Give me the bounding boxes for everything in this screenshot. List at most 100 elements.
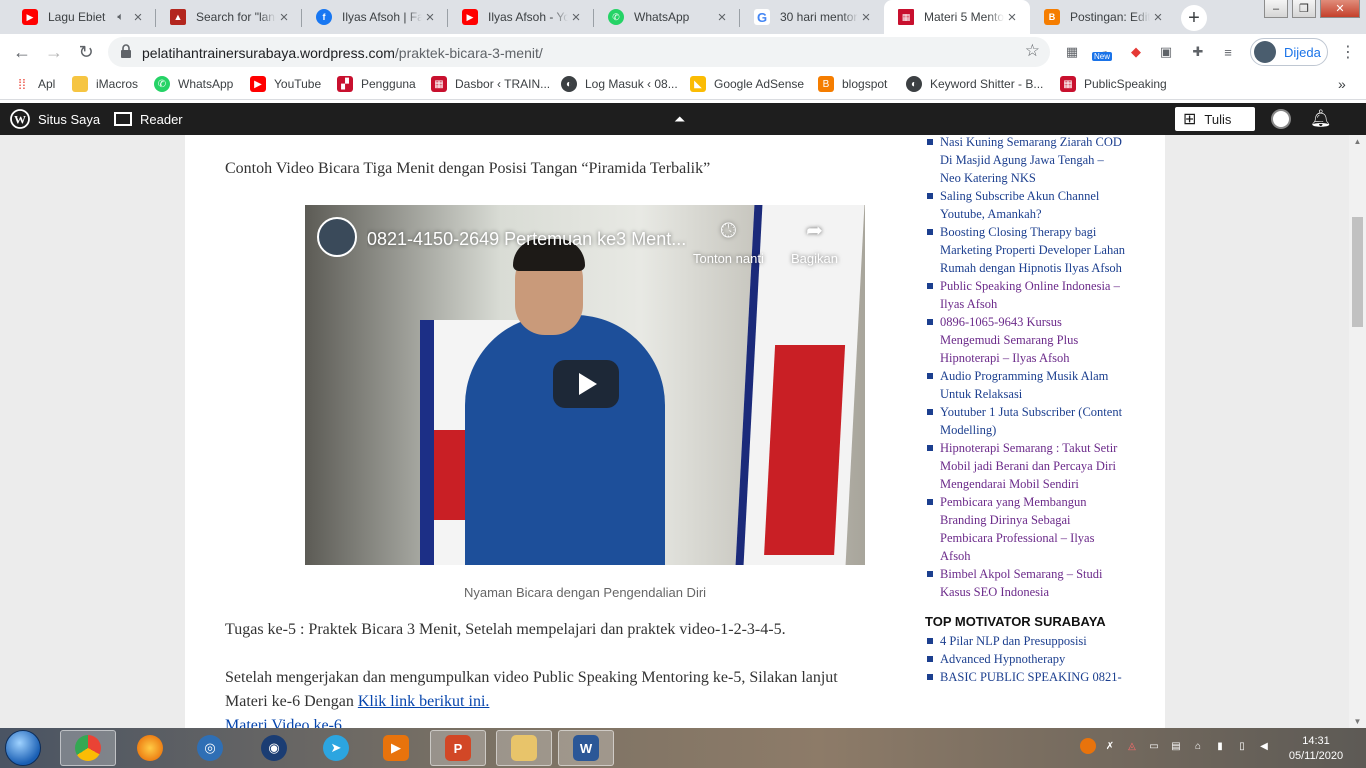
taskbar-powerpoint[interactable]: P — [430, 730, 486, 766]
recent-post-link[interactable]: Audio Programming Musik Alam Untuk Relak… — [940, 369, 1108, 401]
bookmarks-overflow-icon[interactable]: » — [1338, 76, 1346, 92]
bookmark-whatsapp[interactable]: ✆ WhatsApp — [154, 76, 233, 92]
collapse-bar-icon[interactable]: ⏶ — [674, 103, 685, 135]
recent-post-link[interactable]: 0896-1065-9643 Kursus Mengemudi Semarang… — [940, 315, 1078, 365]
play-button[interactable] — [553, 360, 619, 408]
browser-menu-icon[interactable]: ⋮ — [1338, 42, 1358, 62]
tab-whatsapp[interactable]: ✆ WhatsApp × — [594, 0, 740, 34]
tray-app-icon[interactable] — [1080, 738, 1096, 754]
folder-icon — [511, 735, 537, 761]
motivator-link[interactable]: Advanced Hypnotherapy — [940, 652, 1065, 666]
watch-later-button[interactable]: 🕓︎ Tonton nanti — [693, 219, 764, 271]
tab-blogger[interactable]: B Postingan: Edit × — [1030, 0, 1176, 34]
recent-post-link[interactable]: Hipnoterapi Semarang : Takut Setir Mobil… — [940, 441, 1117, 491]
close-tab-icon[interactable]: × — [714, 9, 730, 26]
tab-materi-5-active[interactable]: ▦ Materi 5 Mento × — [884, 0, 1030, 34]
maximize-button[interactable]: ❐ — [1292, 0, 1316, 18]
bookmark-pengguna[interactable]: ▞ Pengguna — [337, 76, 416, 92]
tab-youtube-ilyas[interactable]: ▶ Ilyas Afsoh - Yo × — [448, 0, 594, 34]
tab-lagu-ebiet[interactable]: ▶ Lagu Ebiet 🔈︎ × — [8, 0, 156, 34]
tab-search[interactable]: ▲ Search for "lang × — [156, 0, 302, 34]
close-tab-icon[interactable]: × — [276, 9, 292, 26]
my-sites-menu[interactable]: W Situs Saya — [10, 103, 100, 135]
bookmark-keyword-shitter[interactable]: ◐ Keyword Shitter - B... — [906, 76, 1043, 92]
minimize-button[interactable]: – — [1264, 0, 1288, 18]
close-tab-icon[interactable]: × — [568, 9, 584, 26]
close-tab-icon[interactable]: × — [1004, 9, 1020, 26]
bookmark-youtube[interactable]: ▶ YouTube — [250, 76, 321, 92]
back-button[interactable]: ← — [10, 40, 34, 64]
close-tab-icon[interactable]: × — [422, 9, 438, 26]
motivator-link[interactable]: BASIC PUBLIC SPEAKING 0821- — [940, 670, 1122, 684]
bookmark-dasbor[interactable]: ▦ Dasbor ‹ TRAIN... — [431, 76, 550, 92]
tray-mute-icon[interactable]: ✗ — [1102, 738, 1118, 754]
tray-window-icon[interactable]: ▭ — [1146, 738, 1162, 754]
close-tab-icon[interactable]: × — [858, 9, 874, 26]
share-button[interactable]: ➦ Bagikan — [791, 219, 838, 271]
taskbar-word[interactable]: W — [558, 730, 614, 766]
close-tab-icon[interactable]: × — [130, 9, 146, 26]
bookmark-publicspeaking[interactable]: ▦ PublicSpeaking — [1060, 76, 1167, 92]
new-tab-button[interactable]: + — [1181, 5, 1207, 31]
tab-google-search[interactable]: G 30 hari mentor × — [740, 0, 884, 34]
reload-button[interactable]: ↻ — [74, 40, 98, 64]
extensions-puzzle-icon[interactable]: ✚ — [1188, 42, 1208, 62]
recent-post-link[interactable]: Public Speaking Online Indonesia – Ilyas… — [940, 279, 1120, 311]
profile-button[interactable]: Dijeda — [1250, 38, 1328, 66]
bookmark-star-icon[interactable]: ☆ — [1025, 41, 1040, 61]
taskbar-media-player[interactable]: ▶ — [368, 730, 424, 766]
tab-facebook[interactable]: f Ilyas Afsoh | Fac × — [302, 0, 448, 34]
recent-post-link[interactable]: Nasi Kuning Semarang Ziarah COD Di Masji… — [940, 135, 1122, 185]
close-tab-icon[interactable]: × — [1150, 9, 1166, 26]
tray-network-icon[interactable]: ⌂ — [1190, 738, 1206, 754]
user-avatar-button[interactable] — [1271, 103, 1291, 135]
extension-red-icon[interactable]: ◆ — [1126, 42, 1146, 62]
taskbar-clock[interactable]: 14:31 05/11/2020 — [1283, 734, 1349, 764]
recent-post-link[interactable]: Boosting Closing Therapy bagi Marketing … — [940, 225, 1125, 275]
list-item: Hipnoterapi Semarang : Takut Setir Mobil… — [925, 439, 1125, 493]
start-button[interactable] — [5, 730, 41, 766]
tray-acrobat-icon[interactable]: ◬ — [1124, 738, 1140, 754]
recent-post-link[interactable]: Saling Subscribe Akun Channel Youtube, A… — [940, 189, 1099, 221]
scroll-up-icon[interactable]: ▲ — [1349, 137, 1366, 146]
address-bar[interactable]: pelatihantrainersurabaya.wordpress.com/p… — [108, 37, 1050, 67]
taskbar-chrome[interactable] — [60, 730, 116, 766]
bookmark-log-masuk[interactable]: ◐ Log Masuk ‹ 08... — [561, 76, 678, 92]
video-title[interactable]: 0821-4150-2649 Pertemuan ke3 Ment... — [367, 227, 687, 251]
bookmark-adsense[interactable]: ◣ Google AdSense — [690, 76, 804, 92]
write-button[interactable]: ⊞ Tulis — [1175, 107, 1255, 131]
bookmark-apps[interactable]: ⁞⁞ Apl — [14, 76, 55, 92]
speaker-icon[interactable]: 🔈︎ — [117, 11, 124, 24]
video-6-link[interactable]: Materi Video ke-6 — [225, 717, 342, 728]
tray-signal-icon[interactable]: ▮ — [1212, 738, 1228, 754]
taskbar-telegram[interactable]: ➤ — [308, 730, 364, 766]
recent-post-link[interactable]: Bimbel Akpol Semarang – Studi Kasus SEO … — [940, 567, 1103, 599]
taskbar-firefox[interactable] — [122, 730, 178, 766]
taskbar-browser[interactable]: ◎ — [182, 730, 238, 766]
recent-post-link[interactable]: Pembicara yang Membangun Branding Diriny… — [940, 495, 1094, 563]
extension-grid-icon[interactable]: ▦ — [1062, 42, 1082, 62]
tray-volume-icon[interactable]: ◀ — [1256, 738, 1272, 754]
taskbar-explorer[interactable] — [496, 730, 552, 766]
scrollbar-thumb[interactable] — [1352, 217, 1363, 327]
extension-box-icon[interactable]: ▣ — [1156, 42, 1176, 62]
page-scrollbar[interactable]: ▲ ▼ — [1349, 135, 1366, 728]
lock-icon[interactable] — [120, 44, 132, 58]
youtube-video-embed[interactable]: 0821-4150-2649 Pertemuan ke3 Ment... 🕓︎ … — [305, 205, 865, 565]
tray-display-icon[interactable]: ▤ — [1168, 738, 1184, 754]
forward-button[interactable]: → — [42, 40, 66, 64]
close-window-button[interactable]: ✕ — [1320, 0, 1360, 18]
scroll-down-icon[interactable]: ▼ — [1349, 717, 1366, 726]
reader-menu[interactable]: Reader — [114, 103, 183, 135]
next-material-link[interactable]: Klik link berikut ini. — [358, 693, 490, 710]
media-control-icon[interactable]: ≡ — [1218, 42, 1238, 62]
recent-post-link[interactable]: Youtuber 1 Juta Subscriber (Content Mode… — [940, 405, 1122, 437]
notifications-bell-icon[interactable]: 🔔︎ — [1310, 103, 1332, 135]
extension-new-icon[interactable]: New☁ — [1092, 42, 1116, 62]
motivator-link[interactable]: 4 Pilar NLP dan Presupposisi — [940, 634, 1087, 648]
tray-battery-icon[interactable]: ▯ — [1234, 738, 1250, 754]
taskbar-webcam[interactable]: ◉ — [246, 730, 302, 766]
bookmark-imacros[interactable]: iMacros — [72, 76, 138, 92]
bookmark-blogspot[interactable]: B blogspot — [818, 76, 887, 92]
channel-avatar[interactable] — [317, 217, 357, 257]
